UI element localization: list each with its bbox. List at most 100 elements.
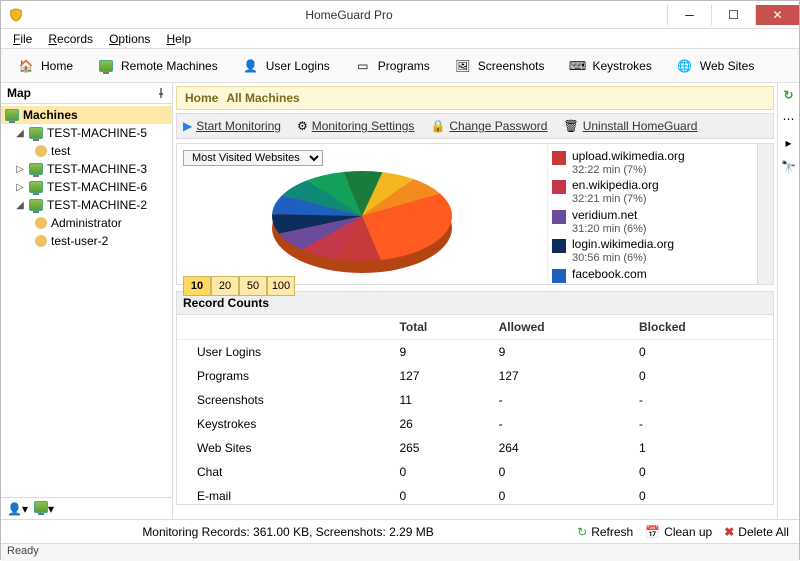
deleteall-label: Delete All (738, 525, 789, 539)
table-row[interactable]: User Logins990 (177, 340, 773, 365)
app-icon (9, 8, 23, 22)
legend-item[interactable]: upload.wikimedia.org32:22 min (7%) (552, 150, 753, 176)
minimize-button[interactable]: ─ (667, 5, 711, 25)
uninstall-label: Uninstall HomeGuard (583, 119, 698, 133)
sidebar-header: Map (1, 83, 172, 104)
main-toolbar: 🏠 Home Remote Machines 👤 User Logins ▭ P… (1, 49, 799, 83)
tb-home[interactable]: 🏠 Home (7, 53, 83, 79)
home-icon: 🏠 (17, 57, 35, 75)
pager-20[interactable]: 20 (211, 276, 239, 296)
tb-logins-label: User Logins (266, 59, 330, 73)
gear-icon: ⚙ (297, 119, 308, 133)
legend-item[interactable]: en.wikipedia.org32:21 min (7%) (552, 179, 753, 205)
window-title: HomeGuard Pro (31, 8, 667, 22)
breadcrumb: Home All Machines (176, 86, 774, 110)
pager-10[interactable]: 10 (183, 276, 211, 296)
monitor-dropdown-icon[interactable]: ▾ (34, 501, 54, 516)
globe-icon: 🌐 (676, 57, 694, 75)
tree-root[interactable]: Machines (1, 106, 172, 124)
binoculars-icon[interactable]: 🔭 (781, 159, 797, 175)
pager: 102050100 (183, 276, 541, 296)
tb-screenshots-label: Screenshots (478, 59, 545, 73)
chart-legend: upload.wikimedia.org32:22 min (7%) en.wik… (547, 144, 757, 284)
records-table: TotalAllowedBlocked User Logins990Progra… (177, 315, 773, 505)
table-row[interactable]: E-mail000 (177, 484, 773, 505)
menu-help[interactable]: Help (158, 30, 199, 48)
password-label: Change Password (449, 119, 547, 133)
cleanup-label: Clean up (664, 525, 712, 539)
refresh-label: Refresh (591, 525, 633, 539)
chart-combo[interactable]: Most Visited Websites (183, 150, 323, 166)
table-row[interactable]: Web Sites2652641 (177, 436, 773, 460)
menubar: File Records Options Help (1, 29, 799, 49)
table-row[interactable]: Keystrokes26-- (177, 412, 773, 436)
play-icon: ▶ (183, 119, 192, 133)
next-icon[interactable]: ▸ (781, 135, 797, 151)
machines-tree[interactable]: Machines ◢TEST-MACHINE-5test▷TEST-MACHIN… (1, 104, 172, 497)
legend-item[interactable]: facebook.com (552, 268, 753, 283)
table-row[interactable]: Programs1271270 (177, 364, 773, 388)
start-monitoring-button[interactable]: ▶ Start Monitoring (183, 119, 281, 133)
user-node[interactable]: test (1, 142, 172, 160)
legend-item[interactable]: veridium.net31:20 min (6%) (552, 209, 753, 235)
expand-icon[interactable]: ⋯ (781, 111, 797, 127)
records-table-wrap[interactable]: TotalAllowedBlocked User Logins990Progra… (176, 315, 774, 505)
machine-node[interactable]: ◢TEST-MACHINE-2 (1, 196, 172, 214)
legend-scrollbar[interactable] (757, 144, 773, 284)
tb-home-label: Home (41, 59, 73, 73)
machine-node[interactable]: ▷TEST-MACHINE-6 (1, 178, 172, 196)
tb-programs-label: Programs (378, 59, 430, 73)
window-icon: ▭ (354, 57, 372, 75)
tb-keystrokes-label: Keystrokes (592, 59, 651, 73)
tb-programs[interactable]: ▭ Programs (344, 53, 440, 79)
machine-node[interactable]: ◢TEST-MACHINE-5 (1, 124, 172, 142)
legend-item[interactable]: login.wikimedia.org30:56 min (6%) (552, 238, 753, 264)
sidebar-title: Map (7, 86, 31, 100)
trash-icon: 🗑 (563, 119, 578, 133)
table-row[interactable]: Chat000 (177, 460, 773, 484)
tb-remote[interactable]: Remote Machines (87, 53, 228, 79)
crumb-home[interactable]: Home (185, 91, 218, 105)
titlebar: HomeGuard Pro ─ ☐ ✕ (1, 1, 799, 29)
menu-options[interactable]: Options (101, 30, 158, 48)
monitoring-stats: Monitoring Records: 361.00 KB, Screensho… (142, 525, 434, 539)
keyboard-icon: ⌨ (568, 57, 586, 75)
tree-root-label: Machines (23, 108, 78, 122)
lock-icon: 🔒 (430, 119, 445, 133)
refresh-button[interactable]: ↻Refresh (577, 525, 633, 539)
monitor-icon (97, 57, 115, 75)
side-toolbar: ↻ ⋯ ▸ 🔭 (777, 83, 799, 519)
change-password-button[interactable]: 🔒 Change Password (430, 119, 547, 133)
tb-web-label: Web Sites (700, 59, 754, 73)
bottom-toolbar: Monitoring Records: 361.00 KB, Screensho… (1, 519, 799, 543)
deleteall-button[interactable]: ✖Delete All (724, 525, 789, 539)
tb-web[interactable]: 🌐 Web Sites (666, 53, 764, 79)
user-icon[interactable]: 👤▾ (7, 502, 28, 516)
close-button[interactable]: ✕ (755, 5, 799, 25)
image-icon: 🖼 (454, 57, 472, 75)
pager-50[interactable]: 50 (239, 276, 267, 296)
tb-logins[interactable]: 👤 User Logins (232, 53, 340, 79)
pin-icon[interactable] (156, 88, 166, 98)
menu-records[interactable]: Records (40, 30, 101, 48)
refresh-icon[interactable]: ↻ (781, 87, 797, 103)
pie-chart (257, 166, 467, 276)
pager-100[interactable]: 100 (267, 276, 295, 296)
cleanup-button[interactable]: 📅Clean up (645, 525, 712, 539)
monitor-icon (5, 109, 19, 121)
table-row[interactable]: Screenshots11-- (177, 388, 773, 412)
menu-file[interactable]: File (5, 30, 40, 48)
machine-node[interactable]: ▷TEST-MACHINE-3 (1, 160, 172, 178)
monitoring-settings-button[interactable]: ⚙ Monitoring Settings (297, 119, 415, 133)
tb-keystrokes[interactable]: ⌨ Keystrokes (558, 53, 661, 79)
action-bar: ▶ Start Monitoring ⚙ Monitoring Settings… (176, 113, 774, 139)
user-node[interactable]: test-user-2 (1, 232, 172, 250)
user-node[interactable]: Administrator (1, 214, 172, 232)
start-label: Start Monitoring (196, 119, 281, 133)
user-icon: 👤 (242, 57, 260, 75)
uninstall-button[interactable]: 🗑 Uninstall HomeGuard (563, 119, 697, 133)
tb-screenshots[interactable]: 🖼 Screenshots (444, 53, 555, 79)
maximize-button[interactable]: ☐ (711, 5, 755, 25)
crumb-machines[interactable]: All Machines (226, 91, 299, 105)
tb-remote-label: Remote Machines (121, 59, 218, 73)
